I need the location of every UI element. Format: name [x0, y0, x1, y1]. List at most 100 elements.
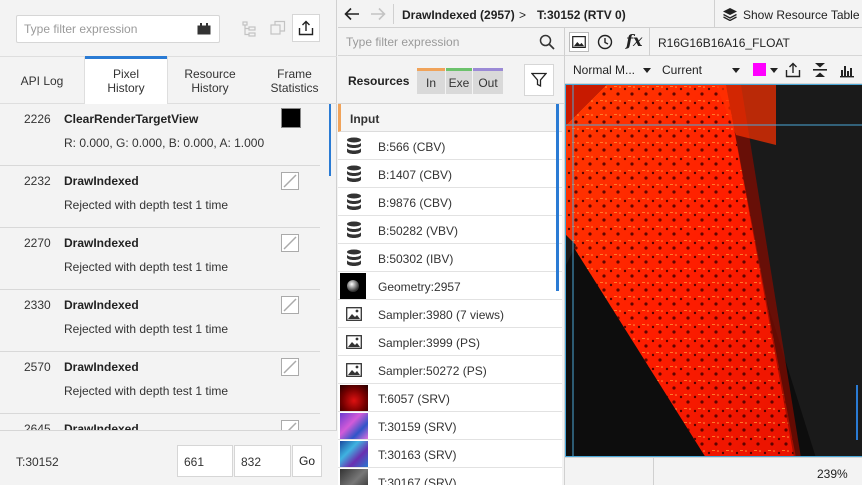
resource-item[interactable]: T:30159 (SRV)	[338, 412, 562, 440]
breadcrumb-target[interactable]: T:30152 (RTV 0)	[537, 8, 626, 22]
database-icon	[342, 134, 366, 158]
image-icon	[342, 302, 366, 326]
viewer-toolbar-top: fx R16G16B16A16_FLOAT	[565, 28, 862, 56]
breadcrumb-event[interactable]: DrawIndexed (2957)	[402, 8, 515, 22]
event-breadcrumb-bar: DrawIndexed (2957) > T:30152 (RTV 0) Sho…	[338, 0, 862, 28]
pixel-history-list: 2226 ClearRenderTargetView R: 0.000, G: …	[0, 104, 330, 430]
forward-arrow-icon[interactable]	[368, 5, 388, 23]
zoom-level: 239%	[817, 467, 848, 481]
pixel-x-field[interactable]: 661	[177, 445, 233, 477]
resource-label: B:566 (CBV)	[378, 140, 446, 154]
breadcrumb-separator: >	[519, 8, 527, 22]
slice-dropdown[interactable]: Current	[660, 60, 740, 80]
database-icon	[342, 246, 366, 270]
divider	[393, 4, 394, 24]
resources-label: Resources	[348, 74, 410, 88]
tab-label: Pixel History	[107, 67, 145, 95]
event-name: DrawIndexed	[64, 360, 139, 374]
tree-view-icon[interactable]	[241, 20, 257, 38]
segment-out[interactable]: Out	[473, 68, 503, 94]
copy-icon[interactable]	[269, 19, 287, 37]
tab-api-log[interactable]: API Log	[0, 57, 84, 104]
rendered-texture-image	[566, 85, 862, 456]
segment-in[interactable]: In	[417, 68, 445, 94]
tab-pixel-history[interactable]: Pixel History	[84, 56, 168, 105]
resource-label: Sampler:3999 (PS)	[378, 336, 481, 350]
history-row[interactable]: 2226 ClearRenderTargetView R: 0.000, G: …	[0, 104, 320, 166]
resource-label: T:30167 (SRV)	[378, 476, 457, 485]
flip-vertical-icon[interactable]	[811, 61, 829, 79]
channel-color-swatch[interactable]	[753, 63, 766, 76]
resource-list: Input B:566 (CBV) B:1407 (CBV) B:9876 (C…	[338, 104, 562, 485]
resource-item[interactable]: T:30167 (SRV)	[338, 468, 562, 485]
resource-item[interactable]: T:30163 (SRV)	[338, 440, 562, 468]
resource-item[interactable]: B:566 (CBV)	[338, 132, 562, 160]
event-id: 2226	[24, 112, 51, 126]
texture-thumb-pink	[340, 413, 368, 439]
image-icon[interactable]	[569, 32, 589, 52]
filter-preset-icon[interactable]	[195, 21, 213, 37]
resource-filter-field[interactable]	[338, 28, 564, 56]
resource-item[interactable]: Geometry:2957	[338, 272, 562, 300]
history-scrollbar[interactable]	[321, 104, 331, 430]
history-row[interactable]: 2330 DrawIndexed Rejected with depth tes…	[0, 290, 320, 352]
resource-filter-input[interactable]	[338, 28, 528, 55]
resource-label: B:50302 (IBV)	[378, 252, 454, 266]
resource-item[interactable]: B:1407 (CBV)	[338, 160, 562, 188]
resource-item[interactable]: B:9876 (CBV)	[338, 188, 562, 216]
event-name: ClearRenderTargetView	[64, 112, 199, 126]
rejected-swatch-icon	[281, 420, 299, 430]
resources-pane: Resources In Exe Out Input B:566 (CBV) B…	[338, 28, 564, 485]
rejected-swatch-icon	[281, 296, 299, 314]
target-label: T:30152	[16, 455, 59, 469]
history-filter-input[interactable]	[17, 16, 187, 42]
event-id: 2645	[24, 422, 51, 430]
tab-resource-history[interactable]: Resource History	[168, 57, 252, 104]
back-arrow-icon[interactable]	[342, 5, 362, 23]
resource-item[interactable]: B:50302 (IBV)	[338, 244, 562, 272]
show-resource-table-button[interactable]: Show Resource Table	[743, 8, 860, 22]
export-icon[interactable]	[292, 14, 320, 42]
color-swatch	[281, 108, 301, 128]
go-button[interactable]: Go	[292, 445, 322, 477]
resource-label: Sampler:50272 (PS)	[378, 364, 487, 378]
filter-funnel-icon[interactable]	[524, 64, 554, 96]
history-row[interactable]: 2645 DrawIndexed	[0, 414, 320, 430]
history-row[interactable]: 2570 DrawIndexed Rejected with depth tes…	[0, 352, 320, 414]
resource-item[interactable]: Sampler:3999 (PS)	[338, 328, 562, 356]
chevron-down-icon	[643, 68, 651, 73]
function-fx-icon[interactable]: fx	[626, 31, 642, 50]
chevron-down-icon[interactable]	[770, 68, 778, 73]
texture-format: R16G16B16A16_FLOAT	[658, 36, 790, 50]
resource-item[interactable]: Sampler:3980 (7 views)	[338, 300, 562, 328]
segment-exe[interactable]: Exe	[446, 68, 472, 94]
view-mode-dropdown[interactable]: Normal M...	[571, 60, 651, 80]
input-section-header: Input	[338, 104, 562, 132]
export-icon[interactable]	[784, 61, 802, 79]
texture-thumb-red	[340, 385, 368, 411]
search-icon[interactable]	[538, 33, 556, 51]
pixel-selector-bar: T:30152 661 832 Go	[0, 430, 337, 485]
slice-value: Current	[662, 63, 703, 77]
scrollbar-thumb[interactable]	[329, 104, 331, 176]
resource-item[interactable]: T:6057 (SRV)	[338, 384, 562, 412]
history-row[interactable]: 2270 DrawIndexed Rejected with depth tes…	[0, 228, 320, 290]
histogram-icon[interactable]	[838, 61, 856, 79]
history-tabs: API Log Pixel History Resource History F…	[0, 56, 337, 105]
history-row[interactable]: 2232 DrawIndexed Rejected with depth tes…	[0, 166, 320, 228]
layers-icon	[721, 6, 739, 22]
history-filter-field[interactable]	[16, 15, 220, 43]
pixel-y-field[interactable]: 832	[234, 445, 291, 477]
texture-canvas[interactable]	[565, 84, 862, 457]
resource-label: B:9876 (CBV)	[378, 196, 453, 210]
event-description: Rejected with depth test 1 time	[64, 384, 229, 398]
view-mode-value: Normal M...	[573, 63, 636, 77]
resource-item[interactable]: Sampler:50272 (PS)	[338, 356, 562, 384]
tab-frame-statistics[interactable]: Frame Statistics	[252, 57, 337, 104]
event-name: DrawIndexed	[64, 174, 139, 188]
image-icon	[342, 358, 366, 382]
resource-label: T:30159 (SRV)	[378, 420, 457, 434]
history-clock-icon[interactable]	[595, 32, 615, 52]
resource-item[interactable]: B:50282 (VBV)	[338, 216, 562, 244]
resource-list-scrollbar[interactable]	[556, 104, 559, 291]
